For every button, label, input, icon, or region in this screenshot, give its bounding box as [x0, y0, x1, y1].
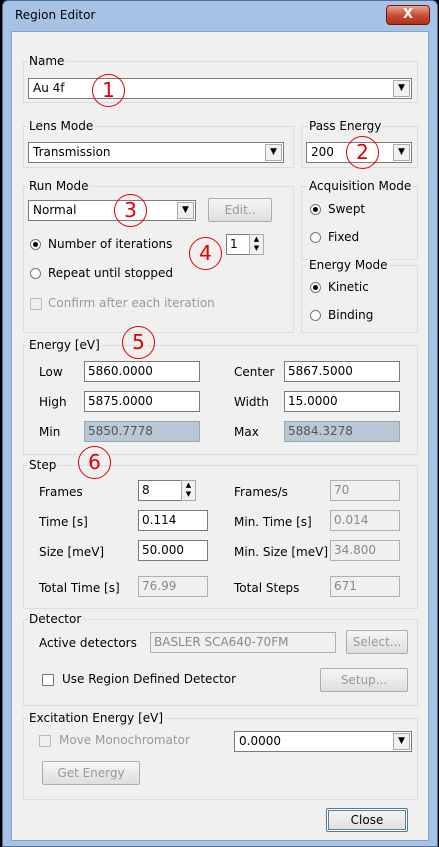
use-region-detector-label: Use Region Defined Detector [62, 672, 237, 686]
chevron-down-icon[interactable]: ▼ [393, 80, 410, 97]
size-label: Size [meV] [39, 545, 105, 559]
use-region-detector-checkbox[interactable] [42, 674, 54, 686]
max-label: Max [234, 425, 259, 439]
confirm-label: Confirm after each iteration [48, 296, 215, 310]
fixed-radio[interactable] [310, 232, 321, 243]
name-combo[interactable]: Au 4f ▼ [28, 78, 412, 99]
setup-button[interactable]: Setup... [320, 668, 408, 692]
run-mode-combo[interactable]: Normal ▼ [28, 200, 196, 221]
width-label: Width [234, 395, 269, 409]
low-input[interactable]: 5860.0000 [84, 361, 200, 382]
binding-label: Binding [328, 308, 374, 322]
annotation-5: 5 [122, 326, 155, 359]
energy-group-label: Energy [eV] [28, 338, 101, 352]
total-time-value: 76.99 [138, 576, 208, 597]
active-detectors-value: BASLER SCA640-70FM [150, 632, 336, 653]
iterations-spinner[interactable]: ▲ ▼ [249, 234, 264, 255]
swept-radio[interactable] [310, 204, 321, 215]
frames-s-value: 70 [330, 480, 400, 501]
min-time-value: 0.014 [330, 510, 400, 531]
fixed-label: Fixed [328, 230, 360, 244]
move-monochromator-checkbox[interactable] [39, 735, 51, 747]
center-input[interactable]: 5867.5000 [284, 361, 400, 382]
low-label: Low [39, 365, 63, 379]
run-mode-value: Normal [33, 203, 77, 217]
confirm-checkbox[interactable] [30, 298, 42, 310]
chevron-down-icon[interactable]: ▼ [177, 202, 194, 219]
energy-mode-group [301, 265, 418, 333]
center-label: Center [234, 365, 275, 379]
time-input[interactable]: 0.114 [138, 510, 208, 531]
max-value: 5884.3278 [284, 421, 400, 442]
frames-label: Frames [39, 485, 83, 499]
annotation-3: 3 [114, 194, 147, 227]
min-size-label: Min. Size [meV] [234, 545, 329, 559]
acquisition-mode-label: Acquisition Mode [308, 179, 413, 193]
lens-mode-label: Lens Mode [28, 119, 95, 133]
iterations-label: Number of iterations [48, 237, 173, 251]
get-energy-button[interactable]: Get Energy [42, 761, 140, 785]
annotation-1: 1 [92, 74, 125, 107]
chevron-down-icon[interactable]: ▼ [393, 733, 410, 750]
binding-radio[interactable] [310, 310, 321, 321]
annotation-4: 4 [189, 237, 222, 270]
total-steps-label: Total Steps [234, 581, 300, 595]
dialog-client-area: Name Au 4f ▼ Lens Mode Transmission ▼ Pa… [11, 31, 429, 841]
high-input[interactable]: 5875.0000 [84, 391, 200, 412]
run-mode-label: Run Mode [28, 179, 90, 193]
close-button[interactable]: Close [326, 808, 408, 832]
excitation-energy-combo[interactable]: 0.0000 ▼ [234, 731, 412, 752]
min-size-value: 34.800 [330, 540, 400, 561]
high-label: High [39, 395, 67, 409]
pass-energy-label: Pass Energy [308, 119, 383, 133]
size-input[interactable]: 50.000 [138, 540, 208, 561]
select-detector-button[interactable]: Select... [346, 630, 408, 654]
name-group-label: Name [28, 54, 66, 68]
width-input[interactable]: 15.0000 [284, 391, 400, 412]
acquisition-mode-group [301, 186, 418, 260]
annotation-6: 6 [78, 446, 111, 479]
repeat-label: Repeat until stopped [48, 266, 173, 280]
kinetic-label: Kinetic [328, 280, 369, 294]
detector-group-label: Detector [28, 612, 83, 626]
energy-mode-label: Energy Mode [308, 258, 389, 272]
min-time-label: Min. Time [s] [234, 515, 312, 529]
name-value: Au 4f [33, 81, 65, 95]
chevron-down-icon[interactable]: ▼ [265, 144, 282, 161]
frames-s-label: Frames/s [234, 485, 288, 499]
lens-mode-value: Transmission [33, 145, 111, 159]
repeat-radio[interactable] [30, 268, 41, 279]
swept-label: Swept [328, 202, 366, 216]
iterations-radio[interactable] [30, 239, 41, 250]
chevron-down-icon[interactable]: ▼ [393, 144, 410, 161]
excitation-energy-label: Excitation Energy [eV] [28, 711, 165, 725]
window-title: Region Editor [15, 8, 96, 22]
kinetic-radio[interactable] [310, 282, 321, 293]
total-time-label: Total Time [s] [39, 581, 120, 595]
excitation-energy-value: 0.0000 [239, 734, 281, 748]
lens-mode-combo[interactable]: Transmission ▼ [28, 142, 284, 163]
min-value: 5850.7778 [84, 421, 200, 442]
annotation-2: 2 [346, 136, 379, 169]
total-steps-value: 671 [330, 576, 400, 597]
pass-energy-value: 200 [311, 145, 334, 159]
time-label: Time [s] [39, 515, 88, 529]
frames-spinner[interactable]: ▲ ▼ [181, 480, 196, 501]
title-bar[interactable]: Region Editor X [3, 1, 437, 31]
region-editor-window: Region Editor X Name Au 4f ▼ Lens Mode T… [2, 0, 438, 847]
window-close-button[interactable]: X [386, 5, 430, 25]
active-detectors-label: Active detectors [39, 636, 137, 650]
move-monochromator-label: Move Monochromator [59, 733, 190, 747]
edit-button[interactable]: Edit.. [208, 198, 272, 222]
step-group-label: Step [28, 458, 58, 472]
min-label: Min [39, 425, 61, 439]
